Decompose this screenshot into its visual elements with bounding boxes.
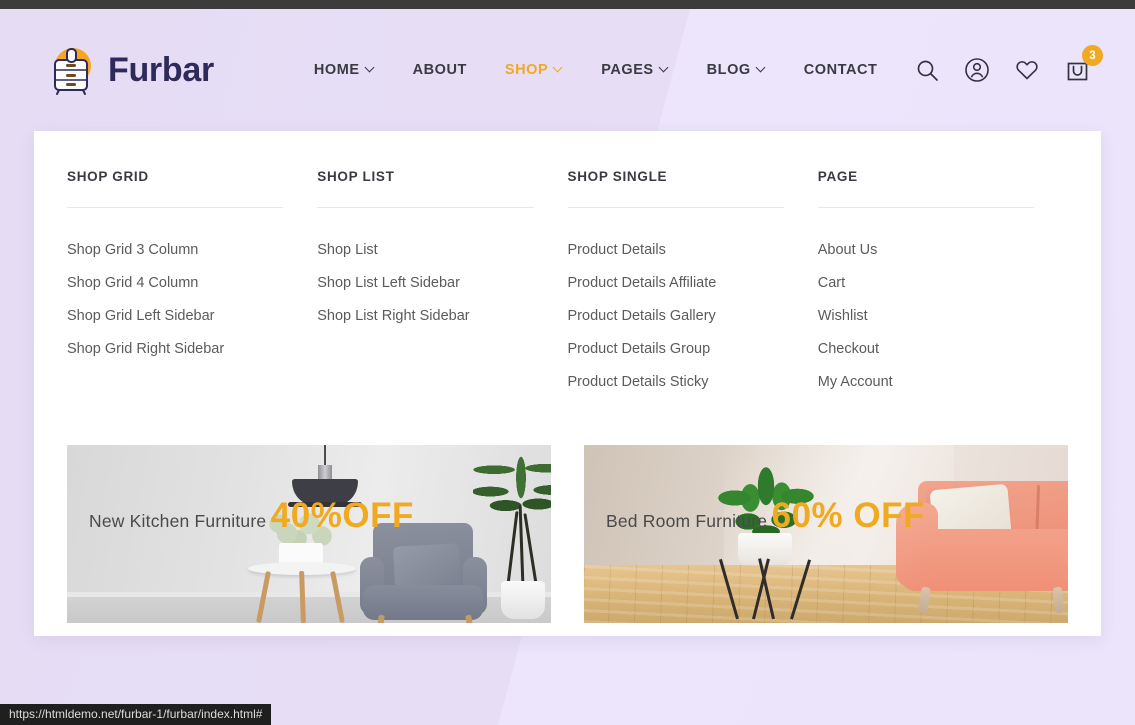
site-header: Furbar HOME ABOUT SHOP PAGES BLOG CONTAC… [0,9,1135,131]
nav-item-home[interactable]: HOME [295,62,394,78]
menu-link-shop-grid-left-sidebar[interactable]: Shop Grid Left Sidebar [67,299,283,332]
nav-item-label: BLOG [706,62,751,78]
browser-status-bar: https://htmldemo.net/furbar-1/furbar/ind… [0,704,272,725]
column-heading: SHOP SINGLE [567,169,668,184]
chevron-down-icon [554,64,563,73]
nav-item-label: CONTACT [803,62,878,78]
mega-column-shop-list: SHOP LIST Shop List Shop List Left Sideb… [317,169,567,398]
nav-item-label: HOME [313,62,360,78]
nav-item-contact[interactable]: CONTACT [785,62,897,78]
column-divider [567,207,784,208]
promo-heading: New Kitchen Furniture [89,511,267,531]
pendant-lamp-cord [324,445,326,467]
heart-icon[interactable] [1013,56,1041,84]
nav-item-label: ABOUT [412,62,467,78]
mega-column-shop-single: SHOP SINGLE Product Details Product Deta… [567,169,818,398]
palm-plant-pot [501,581,545,619]
menu-link-shop-list[interactable]: Shop List [317,233,533,266]
plant-stand-wire-legs [718,557,811,620]
column-divider [317,207,534,208]
menu-link-shop-grid-right-sidebar[interactable]: Shop Grid Right Sidebar [67,332,283,365]
menu-link-my-account[interactable]: My Account [818,365,1034,398]
menu-link-shop-grid-4-column[interactable]: Shop Grid 4 Column [67,266,283,299]
nav-item-label: PAGES [601,62,654,78]
menu-link-product-details-gallery[interactable]: Product Details Gallery [568,299,784,332]
palm-plant-stems [506,504,541,586]
mega-column-shop-grid: SHOP GRID Shop Grid 3 Column Shop Grid 4… [67,169,317,398]
menu-link-product-details-sticky[interactable]: Product Details Sticky [568,365,784,398]
page-root: Furbar HOME ABOUT SHOP PAGES BLOG CONTAC… [0,0,1135,725]
promo-offer: 40%OFF [270,496,414,535]
search-icon[interactable] [913,56,941,84]
mega-menu-columns: SHOP GRID Shop Grid 3 Column Shop Grid 4… [67,169,1068,398]
column-heading: PAGE [817,169,858,184]
cart-count-badge: 3 [1082,45,1103,66]
promo-text-block: Bed Room Furniture 60% OFF [606,496,925,536]
dresser-cabinet-icon [46,44,98,96]
menu-link-shop-grid-3-column[interactable]: Shop Grid 3 Column [67,233,283,266]
menu-link-checkout[interactable]: Checkout [818,332,1034,365]
menu-link-shop-list-left-sidebar[interactable]: Shop List Left Sidebar [317,266,533,299]
nav-item-about[interactable]: ABOUT [394,62,486,78]
promo-heading: Bed Room Furniture [606,511,768,531]
promo-banner-group: New Kitchen Furniture 40%OFF Bed Room Fu… [67,445,1068,623]
column-heading: SHOP LIST [317,169,395,184]
user-account-icon[interactable] [963,56,991,84]
brand-logo-link[interactable]: Furbar [46,44,214,96]
promo-offer: 60% OFF [771,496,925,535]
column-divider [817,207,1034,208]
armchair-cushion [392,543,462,587]
main-navigation: HOME ABOUT SHOP PAGES BLOG CONTACT [295,62,897,78]
column-divider [67,207,284,208]
header-icon-group: 3 [913,45,1103,84]
chevron-down-icon [757,64,766,73]
shopping-bag-icon[interactable]: 3 [1063,45,1103,84]
brand-name: Furbar [108,51,214,89]
mega-column-page: PAGE About Us Cart Wishlist Checkout My … [817,169,1068,398]
nav-item-label: SHOP [504,62,549,78]
nav-item-pages[interactable]: PAGES [582,62,687,78]
nav-item-shop[interactable]: SHOP [486,62,582,78]
browser-chrome-bar [0,0,1135,9]
menu-link-wishlist[interactable]: Wishlist [818,299,1034,332]
menu-link-product-details[interactable]: Product Details [568,233,784,266]
shop-mega-dropdown: SHOP GRID Shop Grid 3 Column Shop Grid 4… [34,131,1101,636]
menu-link-about-us[interactable]: About Us [818,233,1034,266]
column-heading: SHOP GRID [67,169,149,184]
chevron-down-icon [660,64,669,73]
promo-banner-kitchen[interactable]: New Kitchen Furniture 40%OFF [67,445,551,623]
promo-banner-bedroom[interactable]: Bed Room Furniture 60% OFF [584,445,1068,623]
menu-link-product-details-group[interactable]: Product Details Group [568,332,784,365]
nav-item-blog[interactable]: BLOG [688,62,785,78]
menu-link-cart[interactable]: Cart [818,266,1034,299]
menu-link-product-details-affiliate[interactable]: Product Details Affiliate [568,266,784,299]
chevron-down-icon [366,64,375,73]
promo-text-block: New Kitchen Furniture 40%OFF [89,496,414,536]
menu-link-shop-list-right-sidebar[interactable]: Shop List Right Sidebar [317,299,533,332]
